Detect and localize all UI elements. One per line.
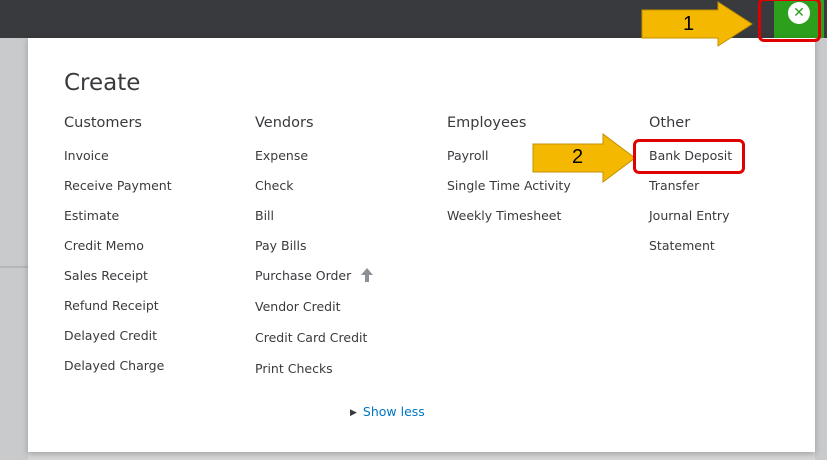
create-title: Create xyxy=(64,70,141,96)
upgrade-arrow-icon xyxy=(361,268,374,286)
menu-item-purchase-order: Purchase Order xyxy=(255,268,352,283)
menu-item-vendor-credit[interactable]: Vendor Credit xyxy=(255,299,373,330)
menu-item-receive-payment[interactable]: Receive Payment xyxy=(64,178,172,208)
annotation-number-2: 2 xyxy=(572,146,584,168)
highlight-close-button xyxy=(758,0,821,42)
column-vendors: Vendors Expense Check Bill Pay Bills Pur… xyxy=(255,114,374,391)
background-left xyxy=(0,38,28,460)
menu-item-bill[interactable]: Bill xyxy=(255,208,373,238)
show-less-link[interactable]: ▶ Show less xyxy=(350,404,425,419)
menu-item-statement[interactable]: Statement xyxy=(649,238,732,268)
menu-item-pay-bills[interactable]: Pay Bills xyxy=(255,238,373,268)
menu-item-transfer[interactable]: Transfer xyxy=(649,178,732,208)
menu-item-journal-entry[interactable]: Journal Entry xyxy=(649,208,732,238)
background-right xyxy=(815,38,827,460)
column-heading-other: Other xyxy=(649,115,691,131)
column-heading-customers: Customers xyxy=(64,115,142,131)
show-less-label: Show less xyxy=(362,404,425,419)
highlight-bank-deposit xyxy=(633,139,745,174)
menu-item-check[interactable]: Check xyxy=(255,178,373,208)
caret-right-icon: ▶ xyxy=(350,408,357,418)
annotation-arrow-1 xyxy=(641,1,753,47)
menu-item-expense[interactable]: Expense xyxy=(255,148,373,178)
annotation-arrow-2 xyxy=(532,133,636,183)
menu-item-estimate[interactable]: Estimate xyxy=(64,208,172,238)
menu-item-weekly-timesheet[interactable]: Weekly Timesheet xyxy=(447,208,571,238)
column-customers: Customers Invoice Receive Payment Estima… xyxy=(64,114,172,388)
menu-item-delayed-charge[interactable]: Delayed Charge xyxy=(64,358,172,388)
create-menu-panel: Create Customers Invoice Receive Payment… xyxy=(28,38,815,452)
menu-item-purchase-order-row[interactable]: Purchase Order xyxy=(255,268,374,299)
menu-item-invoice[interactable]: Invoice xyxy=(64,148,172,178)
background-divider xyxy=(0,266,28,268)
menu-item-credit-card-credit[interactable]: Credit Card Credit xyxy=(255,330,373,361)
menu-item-refund-receipt[interactable]: Refund Receipt xyxy=(64,298,172,328)
column-other: Other Bank Deposit Transfer Journal Entr… xyxy=(649,114,732,268)
annotation-number-1: 1 xyxy=(683,13,695,35)
menu-item-sales-receipt[interactable]: Sales Receipt xyxy=(64,268,172,298)
menu-item-delayed-credit[interactable]: Delayed Credit xyxy=(64,328,172,358)
column-heading-vendors: Vendors xyxy=(255,115,314,131)
menu-item-print-checks[interactable]: Print Checks xyxy=(255,361,373,391)
menu-item-credit-memo[interactable]: Credit Memo xyxy=(64,238,172,268)
